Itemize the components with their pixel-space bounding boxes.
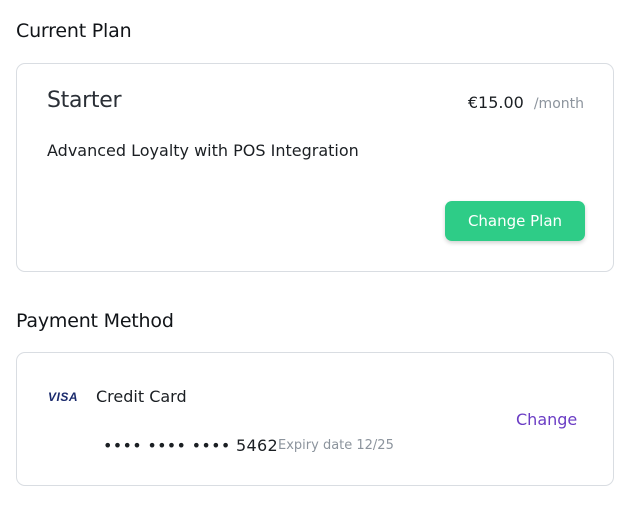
card-expiry: Expiry date 12/25 <box>278 438 394 453</box>
masked-card-number: •••• •••• •••• 5462 <box>103 436 278 455</box>
plan-price: €15.00 /month <box>468 93 584 112</box>
price-amount: €15.00 <box>467 93 524 112</box>
payment-method-title: Payment Method <box>16 310 174 332</box>
card-type: Credit Card <box>96 387 187 406</box>
price-period: /month <box>533 96 584 112</box>
current-plan-title: Current Plan <box>16 20 132 42</box>
change-plan-button[interactable]: Change Plan <box>445 201 585 241</box>
payment-method-card: VISA Credit Card •••• •••• •••• 5462 Exp… <box>16 352 614 486</box>
change-payment-link[interactable]: Change <box>516 410 577 429</box>
visa-logo-icon: VISA <box>48 390 79 404</box>
plan-name: Starter <box>47 88 122 113</box>
plan-card: Starter €15.00 /month Advanced Loyalty w… <box>16 63 614 272</box>
plan-description: Advanced Loyalty with POS Integration <box>47 141 359 160</box>
